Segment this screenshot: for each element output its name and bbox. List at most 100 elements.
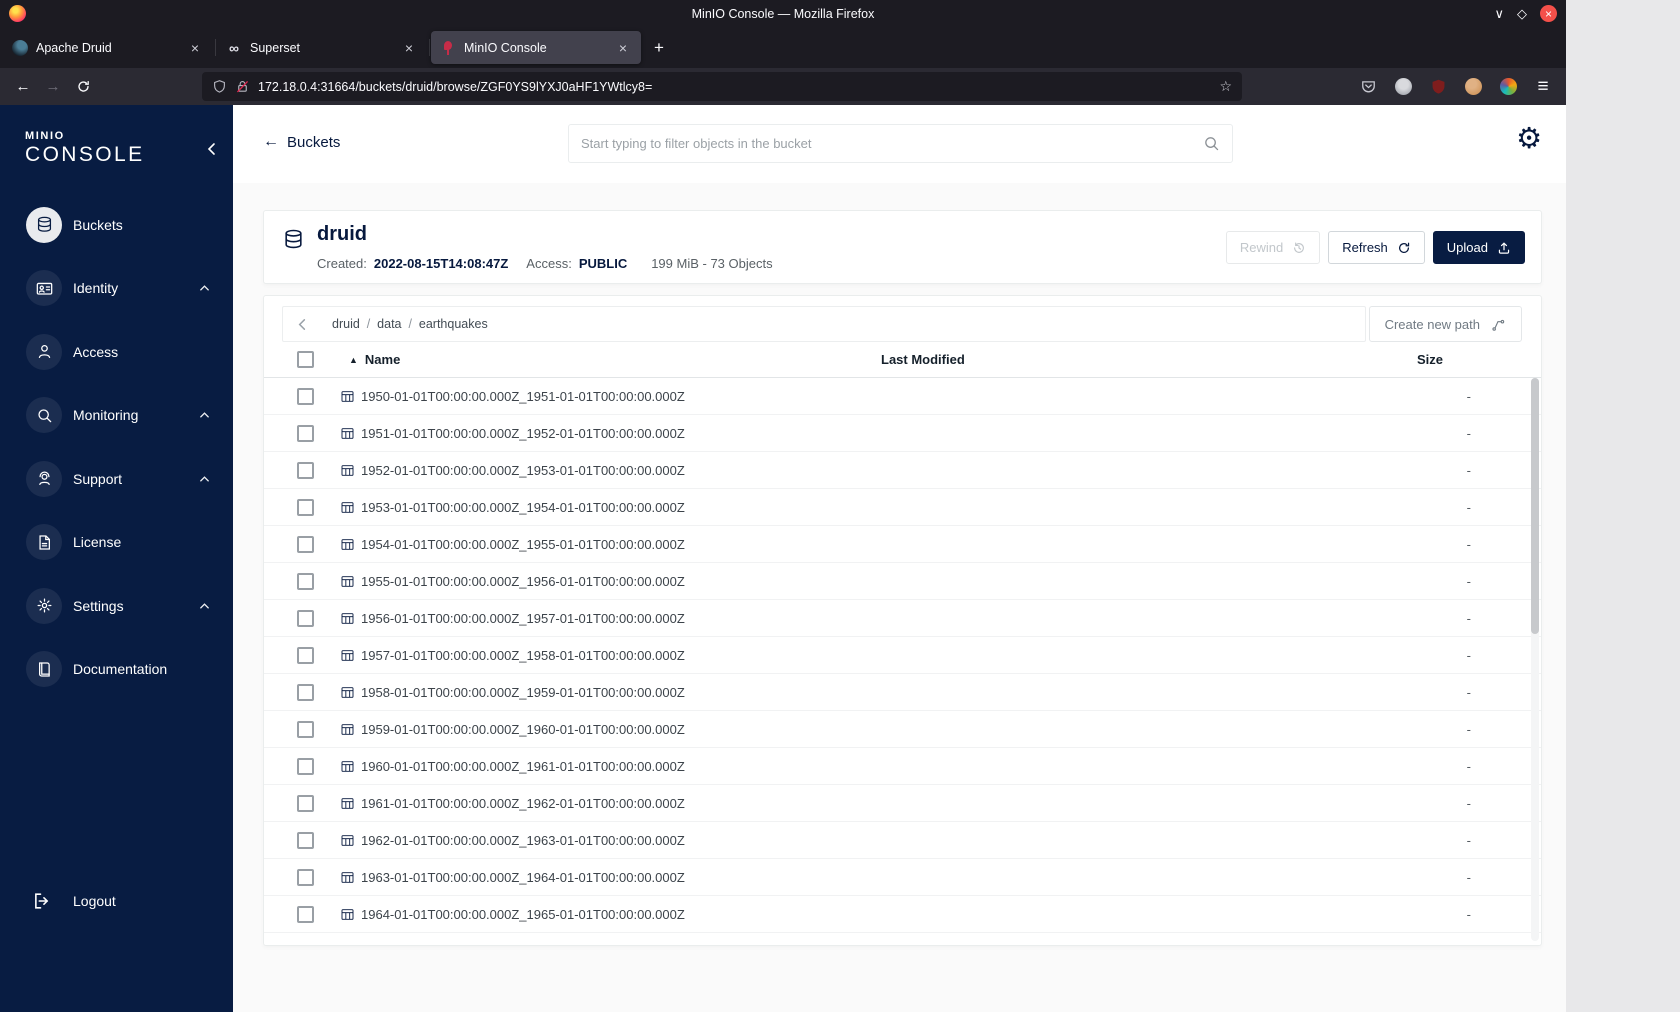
table-row[interactable]: 1961-01-01T00:00:00.000Z_1962-01-01T00:0…: [264, 785, 1541, 822]
object-name[interactable]: 1954-01-01T00:00:00.000Z_1955-01-01T00:0…: [361, 537, 685, 552]
tracking-shield-icon[interactable]: [212, 79, 227, 94]
account-icon[interactable]: [1394, 78, 1412, 96]
object-name[interactable]: 1960-01-01T00:00:00.000Z_1961-01-01T00:0…: [361, 759, 685, 774]
table-row[interactable]: 1956-01-01T00:00:00.000Z_1957-01-01T00:0…: [264, 600, 1541, 637]
table-row[interactable]: 1953-01-01T00:00:00.000Z_1954-01-01T00:0…: [264, 489, 1541, 526]
create-new-path-button[interactable]: Create new path: [1368, 306, 1522, 342]
object-name[interactable]: 1956-01-01T00:00:00.000Z_1957-01-01T00:0…: [361, 611, 685, 626]
table-row[interactable]: 1954-01-01T00:00:00.000Z_1955-01-01T00:0…: [264, 526, 1541, 563]
insecure-lock-icon[interactable]: [235, 79, 250, 94]
bookmark-star-icon[interactable]: [1219, 78, 1232, 95]
object-name[interactable]: 1958-01-01T00:00:00.000Z_1959-01-01T00:0…: [361, 685, 685, 700]
tab-close-icon[interactable]: [186, 39, 204, 57]
table-row[interactable]: 1964-01-01T00:00:00.000Z_1965-01-01T00:0…: [264, 896, 1541, 933]
row-checkbox[interactable]: [297, 794, 314, 812]
table-row[interactable]: 1957-01-01T00:00:00.000Z_1958-01-01T00:0…: [264, 637, 1541, 674]
url-bar[interactable]: 172.18.0.4:31664/buckets/druid/browse/ZG…: [202, 72, 1242, 101]
url-text[interactable]: 172.18.0.4:31664/buckets/druid/browse/ZG…: [258, 80, 1211, 94]
table-row[interactable]: 1955-01-01T00:00:00.000Z_1956-01-01T00:0…: [264, 563, 1541, 600]
object-name[interactable]: 1962-01-01T00:00:00.000Z_1963-01-01T00:0…: [361, 833, 685, 848]
column-header-name[interactable]: Name: [349, 352, 400, 367]
window-maximize-button[interactable]: [1517, 7, 1527, 20]
row-checkbox[interactable]: [297, 905, 314, 923]
druid-favicon-icon: [12, 39, 28, 56]
menu-icon[interactable]: [1534, 78, 1552, 96]
reload-button[interactable]: [68, 73, 98, 101]
object-name[interactable]: 1964-01-01T00:00:00.000Z_1965-01-01T00:0…: [361, 907, 685, 922]
table-row[interactable]: 1960-01-01T00:00:00.000Z_1961-01-01T00:0…: [264, 748, 1541, 785]
sidebar-collapse-icon[interactable]: [204, 141, 220, 157]
sidebar-item-access[interactable]: Access: [0, 320, 233, 384]
sidebar-item-support[interactable]: Support: [0, 447, 233, 511]
back-to-buckets-link[interactable]: Buckets: [263, 133, 340, 151]
tab-label: Superset: [250, 40, 301, 55]
object-name[interactable]: 1950-01-01T00:00:00.000Z_1951-01-01T00:0…: [361, 389, 685, 404]
search-input[interactable]: [581, 136, 1195, 151]
object-name[interactable]: 1953-01-01T00:00:00.000Z_1954-01-01T00:0…: [361, 500, 685, 515]
table-row[interactable]: 1959-01-01T00:00:00.000Z_1960-01-01T00:0…: [264, 711, 1541, 748]
row-checkbox[interactable]: [297, 498, 314, 516]
table-row[interactable]: 1958-01-01T00:00:00.000Z_1959-01-01T00:0…: [264, 674, 1541, 711]
object-name[interactable]: 1951-01-01T00:00:00.000Z_1952-01-01T00:0…: [361, 426, 685, 441]
avatar-extension-icon[interactable]: [1464, 78, 1482, 96]
refresh-button[interactable]: Refresh: [1328, 231, 1425, 264]
object-name[interactable]: 1952-01-01T00:00:00.000Z_1953-01-01T00:0…: [361, 463, 685, 478]
column-header-size[interactable]: Size: [1417, 352, 1443, 367]
table-row[interactable]: 1951-01-01T00:00:00.000Z_1952-01-01T00:0…: [264, 415, 1541, 452]
column-header-last-modified[interactable]: Last Modified: [881, 352, 965, 367]
object-name[interactable]: 1955-01-01T00:00:00.000Z_1956-01-01T00:0…: [361, 574, 685, 589]
back-button[interactable]: [8, 73, 38, 101]
sidebar-item-identity[interactable]: Identity: [0, 257, 233, 321]
table-row[interactable]: 1962-01-01T00:00:00.000Z_1963-01-01T00:0…: [264, 822, 1541, 859]
sidebar-item-logout[interactable]: Logout: [30, 881, 116, 921]
object-name[interactable]: 1959-01-01T00:00:00.000Z_1960-01-01T00:0…: [361, 722, 685, 737]
object-name[interactable]: 1963-01-01T00:00:00.000Z_1964-01-01T00:0…: [361, 870, 685, 885]
row-checkbox[interactable]: [297, 831, 314, 849]
breadcrumb-segment-bucket[interactable]: druid: [332, 317, 377, 331]
prefix-folder-icon: [340, 685, 355, 700]
row-checkbox[interactable]: [297, 461, 314, 479]
sidebar-item-documentation[interactable]: Documentation: [0, 638, 233, 702]
row-checkbox[interactable]: [297, 572, 314, 590]
row-checkbox[interactable]: [297, 609, 314, 627]
window-minimize-button[interactable]: [1494, 7, 1504, 20]
settings-gear-icon[interactable]: [1516, 125, 1542, 154]
tab-minio-console[interactable]: MinIO Console: [431, 31, 641, 64]
sidebar-item-settings[interactable]: Settings: [0, 574, 233, 638]
row-checkbox[interactable]: [297, 646, 314, 664]
row-checkbox[interactable]: [297, 424, 314, 442]
row-checkbox[interactable]: [297, 868, 314, 886]
row-checkbox[interactable]: [297, 535, 314, 553]
sidebar-item-monitoring[interactable]: Monitoring: [0, 384, 233, 448]
row-checkbox[interactable]: [297, 757, 314, 775]
pocket-icon[interactable]: [1359, 78, 1377, 96]
new-tab-button[interactable]: [645, 34, 673, 62]
row-checkbox[interactable]: [297, 720, 314, 738]
forward-button[interactable]: [38, 73, 68, 101]
ublock-extension-icon[interactable]: [1429, 78, 1447, 96]
window-close-button[interactable]: [1540, 5, 1557, 22]
row-checkbox[interactable]: [297, 387, 314, 405]
sidebar-item-license[interactable]: License: [0, 511, 233, 575]
tab-close-icon[interactable]: [400, 39, 418, 57]
row-checkbox[interactable]: [297, 683, 314, 701]
sidebar-item-buckets[interactable]: Buckets: [0, 193, 233, 257]
path-back-chevron-icon[interactable]: [295, 317, 310, 332]
breadcrumb-segment-earthquakes[interactable]: earthquakes: [419, 317, 488, 331]
table-row[interactable]: 1950-01-01T00:00:00.000Z_1951-01-01T00:0…: [264, 378, 1541, 415]
object-name[interactable]: 1961-01-01T00:00:00.000Z_1962-01-01T00:0…: [361, 796, 685, 811]
support-icon: [26, 460, 62, 497]
pinwheel-extension-icon[interactable]: [1499, 78, 1517, 96]
table-scrollbar-thumb[interactable]: [1531, 378, 1539, 634]
select-all-checkbox[interactable]: [297, 351, 314, 368]
tab-apache-druid[interactable]: Apache Druid: [3, 31, 216, 64]
object-name[interactable]: 1957-01-01T00:00:00.000Z_1958-01-01T00:0…: [361, 648, 685, 663]
tab-superset[interactable]: Superset: [217, 31, 430, 64]
breadcrumb-segment-data[interactable]: data: [377, 317, 419, 331]
tab-close-icon[interactable]: [614, 39, 632, 57]
upload-button[interactable]: Upload: [1432, 231, 1525, 264]
table-row[interactable]: 1963-01-01T00:00:00.000Z_1964-01-01T00:0…: [264, 859, 1541, 896]
table-row[interactable]: 1952-01-01T00:00:00.000Z_1953-01-01T00:0…: [264, 452, 1541, 489]
rewind-button[interactable]: Rewind: [1225, 231, 1321, 264]
table-scrollbar[interactable]: [1531, 378, 1539, 941]
